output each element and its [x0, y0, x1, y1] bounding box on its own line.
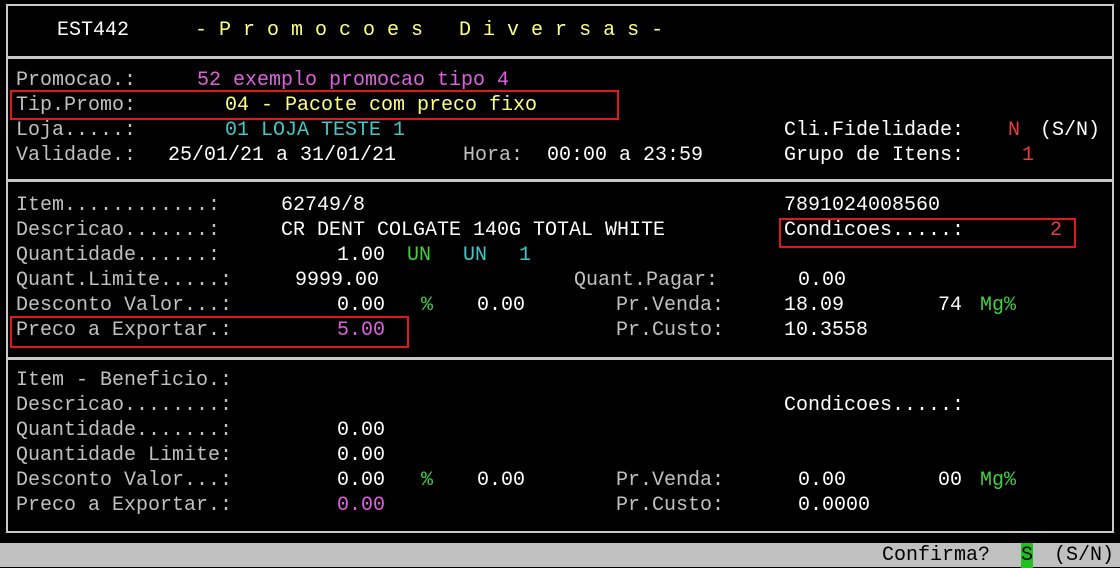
quant-limite-label: Quant.Limite.....: [16, 269, 233, 292]
descricao-label: Descricao.......: [16, 219, 221, 242]
validade-field[interactable]: 25/01/21 a 31/01/21 [168, 143, 396, 168]
preco-exportar-label: Preco a Exportar.: [16, 319, 233, 342]
quant-pagar-label: Quant.Pagar: [574, 269, 719, 292]
unit-qty: 1 [519, 244, 532, 267]
ean-value: 7891024008560 [784, 194, 941, 217]
condicoes-label: Condicoes.....: [784, 219, 965, 242]
confirma-label: Confirma? [882, 544, 991, 567]
loja-field[interactable]: 01 LOJA TESTE 1 [225, 118, 405, 143]
beneficio-condicoes-label: Condicoes.....: [784, 394, 965, 417]
validade-label: Validade.: [16, 144, 137, 167]
confirma-field[interactable]: S [1021, 543, 1034, 568]
beneficio-pr-custo-value: 0.0000 [798, 494, 871, 517]
beneficio-margin-label: Mg% [980, 469, 1017, 492]
descricao-value: CR DENT COLGATE 140G TOTAL WHITE [281, 219, 666, 242]
beneficio-desconto-field[interactable]: 0.00 [337, 468, 385, 493]
tipo-promo-field[interactable]: 04 - Pacote com preco fixo [225, 93, 537, 118]
quant-pagar-field[interactable]: 0.00 [798, 268, 846, 293]
desconto-field[interactable]: 0.00 [337, 293, 385, 318]
item-code-field[interactable]: 62749/8 [281, 193, 365, 218]
beneficio-quantidade-label: Quantidade.......: [16, 419, 233, 442]
tipo-promo-label: Tip.Promo: [16, 94, 137, 117]
beneficio-descricao-label: Descricao........: [16, 394, 233, 417]
margin-value: 74 [938, 294, 963, 317]
quantidade-label: Quantidade......: [16, 244, 221, 267]
unit-2: UN [463, 244, 488, 267]
fidelidade-field[interactable]: N [1008, 118, 1020, 143]
program-code: EST442 [57, 19, 130, 42]
margin-label: Mg% [980, 294, 1017, 317]
pr-custo-value: 10.3558 [784, 319, 869, 342]
confirma-options: (S/N) [1054, 544, 1115, 567]
percent-sign: % [421, 294, 434, 317]
beneficio-quant-limite-field[interactable]: 0.00 [337, 443, 385, 468]
beneficio-percent-sign: % [421, 469, 434, 492]
beneficio-pr-venda-value: 0.00 [798, 469, 847, 492]
desconto-label: Desconto Valor...: [16, 294, 233, 317]
fidelidade-label: Cli.Fidelidade: [784, 119, 965, 142]
grupo-itens-field[interactable]: 1 [1022, 143, 1034, 168]
beneficio-pr-custo-label: Pr.Custo: [616, 494, 725, 517]
screen-title: - P r o m o c o e s D i v e r s a s - [195, 19, 664, 42]
beneficio-desconto-label: Desconto Valor...: [16, 469, 233, 492]
beneficio-preco-exportar-label: Preco a Exportar.: [16, 494, 233, 517]
pr-venda-label: Pr.Venda: [616, 294, 725, 317]
beneficio-item-label: Item - Beneficio.: [16, 369, 233, 392]
desconto-pct-field[interactable]: 0.00 [477, 293, 525, 318]
grupo-itens-label: Grupo de Itens: [784, 144, 965, 167]
quantidade-field[interactable]: 1.00 [337, 243, 385, 268]
hora-label: Hora: [463, 144, 524, 167]
hora-field[interactable]: 00:00 a 23:59 [547, 143, 703, 168]
status-bar: Confirma? S (S/N) [0, 543, 1120, 568]
loja-label: Loja.....: [16, 119, 137, 142]
unit-1: UN [407, 244, 432, 267]
beneficio-margin-value: 00 [938, 469, 963, 492]
beneficio-pr-venda-label: Pr.Venda: [616, 469, 725, 492]
pr-custo-label: Pr.Custo: [616, 319, 725, 342]
item-label: Item............: [16, 194, 221, 217]
preco-exportar-field[interactable]: 5.00 [337, 318, 385, 343]
beneficio-preco-exportar-field[interactable]: 0.00 [337, 493, 385, 518]
beneficio-desconto-pct-field[interactable]: 0.00 [477, 468, 525, 493]
beneficio-quant-limite-label: Quantidade Limite: [16, 444, 233, 467]
beneficio-quantidade-field[interactable]: 0.00 [337, 418, 385, 443]
fidelidade-options: (S/N) [1040, 119, 1101, 142]
condicoes-field[interactable]: 2 [1050, 218, 1062, 243]
quant-limite-field[interactable]: 9999.00 [295, 268, 379, 293]
pr-venda-value: 18.09 [784, 294, 845, 317]
